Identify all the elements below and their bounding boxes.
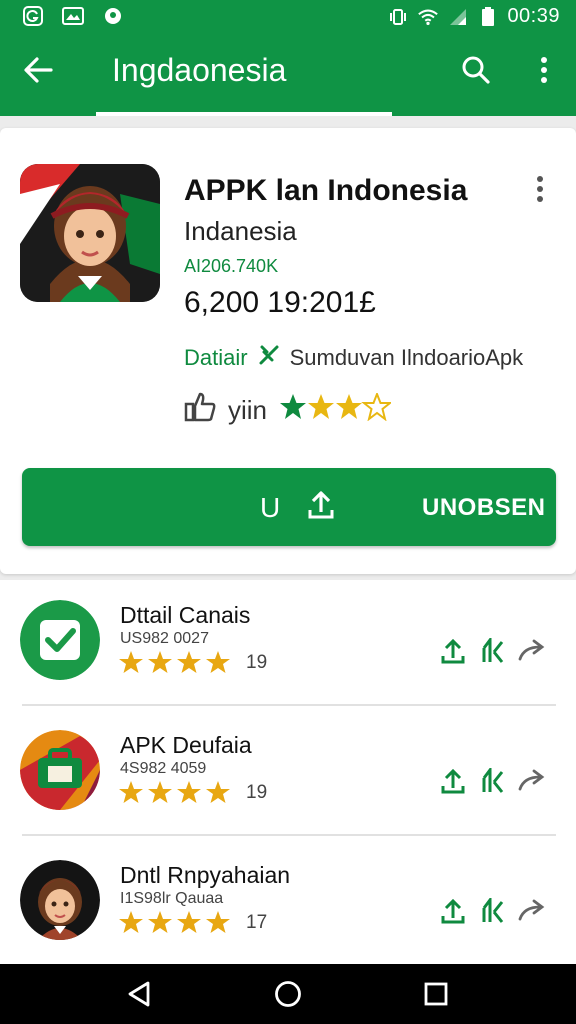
divider bbox=[22, 704, 556, 706]
install-item-button[interactable] bbox=[438, 896, 468, 926]
avatar-app-icon bbox=[20, 860, 100, 940]
list-item[interactable]: Dttail Canais US982 0027 19 bbox=[0, 580, 576, 708]
related-apps-list: Dttail Canais US982 0027 19 APK Deufaia … bbox=[0, 580, 576, 964]
rating-stars bbox=[279, 391, 393, 428]
app-icon[interactable] bbox=[20, 164, 160, 302]
share-item-button[interactable] bbox=[518, 636, 548, 666]
back-button[interactable] bbox=[18, 52, 58, 92]
star-rating-icon bbox=[119, 911, 230, 933]
upload-icon bbox=[306, 490, 336, 525]
check-app-icon bbox=[20, 600, 100, 680]
detail-row: Datiair Sumduvan IlndoarioApk bbox=[184, 344, 523, 372]
title-underline bbox=[96, 112, 392, 116]
like-item-button[interactable] bbox=[478, 766, 508, 796]
item-subtitle: I1S98lr Qauaa bbox=[120, 890, 224, 907]
tool-icon bbox=[258, 344, 280, 372]
rating-text: yiin bbox=[228, 395, 268, 425]
notification-icons bbox=[22, 5, 124, 27]
rating-count: 19 bbox=[246, 652, 268, 673]
overflow-menu-button[interactable] bbox=[526, 52, 562, 92]
star-rating-icon bbox=[119, 781, 230, 803]
developer-name[interactable]: Indanesia bbox=[184, 216, 297, 247]
more-vert-icon bbox=[536, 175, 544, 207]
item-rating: 17 bbox=[118, 910, 267, 936]
item-title: Dntl Rnpyahaian bbox=[120, 862, 291, 888]
rating-count: 19 bbox=[246, 782, 268, 803]
divider bbox=[22, 834, 556, 836]
item-actions bbox=[438, 766, 548, 796]
detail-text: Sumduvan IlndoarioApk bbox=[289, 345, 524, 370]
avatar-illustration bbox=[20, 164, 160, 302]
bag-app-icon bbox=[20, 730, 100, 810]
install-item-button[interactable] bbox=[438, 766, 468, 796]
pin-icon bbox=[102, 5, 124, 27]
signal-icon bbox=[447, 6, 469, 28]
like-item-button[interactable] bbox=[478, 636, 508, 666]
status-bar: 00:39 bbox=[0, 0, 576, 34]
app-name: APPK lan Indonesia bbox=[184, 174, 468, 207]
app-page: 00:39 Ingdaonesia APPK lan Indonesia Ind… bbox=[0, 0, 576, 1024]
item-actions bbox=[438, 636, 548, 666]
system-status: 00:39 bbox=[387, 5, 560, 28]
battery-icon bbox=[477, 6, 499, 28]
rating-count: 17 bbox=[246, 912, 268, 933]
download-count: 6,200 19:201£ bbox=[184, 286, 376, 319]
star-rating-icon bbox=[119, 651, 230, 673]
item-actions bbox=[438, 896, 548, 926]
list-item[interactable]: APK Deufaia 4S982 4059 19 bbox=[0, 710, 576, 838]
system-nav-bar bbox=[0, 964, 576, 1024]
back-triangle-icon[interactable] bbox=[126, 980, 152, 1013]
search-icon bbox=[461, 55, 491, 90]
detail-label: Datiair bbox=[184, 345, 248, 370]
install-item-button[interactable] bbox=[438, 636, 468, 666]
wifi-icon bbox=[417, 6, 439, 28]
recents-square-icon[interactable] bbox=[424, 982, 448, 1011]
list-item[interactable]: Dntl Rnpyahaian I1S98lr Qauaa 17 bbox=[0, 840, 576, 968]
clock: 00:39 bbox=[507, 5, 560, 27]
g-app-icon bbox=[22, 5, 44, 27]
item-title: APK Deufaia bbox=[120, 732, 252, 758]
rating-row: yiin bbox=[184, 391, 393, 429]
gallery-icon bbox=[62, 5, 84, 27]
install-prefix: U bbox=[260, 492, 281, 523]
share-item-button[interactable] bbox=[518, 896, 548, 926]
arrow-back-icon bbox=[23, 56, 53, 88]
like-item-button[interactable] bbox=[478, 896, 508, 926]
page-title: Ingdaonesia bbox=[112, 52, 287, 88]
more-vert-icon bbox=[540, 56, 548, 88]
share-item-button[interactable] bbox=[518, 766, 548, 796]
item-title: Dttail Canais bbox=[120, 602, 251, 628]
app-bar: Ingdaonesia bbox=[0, 34, 576, 116]
app-detail-card: APPK lan Indonesia Indanesia AI206.740K … bbox=[0, 128, 576, 574]
install-label: UNOBSEN bbox=[422, 494, 546, 521]
vibrate-icon bbox=[387, 6, 409, 28]
item-subtitle: 4S982 4059 bbox=[120, 760, 207, 777]
thumb-up-icon[interactable] bbox=[184, 392, 216, 429]
card-overflow-button[interactable] bbox=[526, 175, 554, 207]
item-rating: 19 bbox=[118, 780, 267, 806]
item-rating: 19 bbox=[118, 650, 267, 676]
search-button[interactable] bbox=[456, 52, 496, 92]
home-circle-icon[interactable] bbox=[274, 980, 302, 1013]
version-label: AI206.740K bbox=[184, 256, 279, 276]
item-subtitle: US982 0027 bbox=[120, 630, 209, 647]
install-button[interactable]: U UNOBSEN bbox=[22, 468, 556, 546]
